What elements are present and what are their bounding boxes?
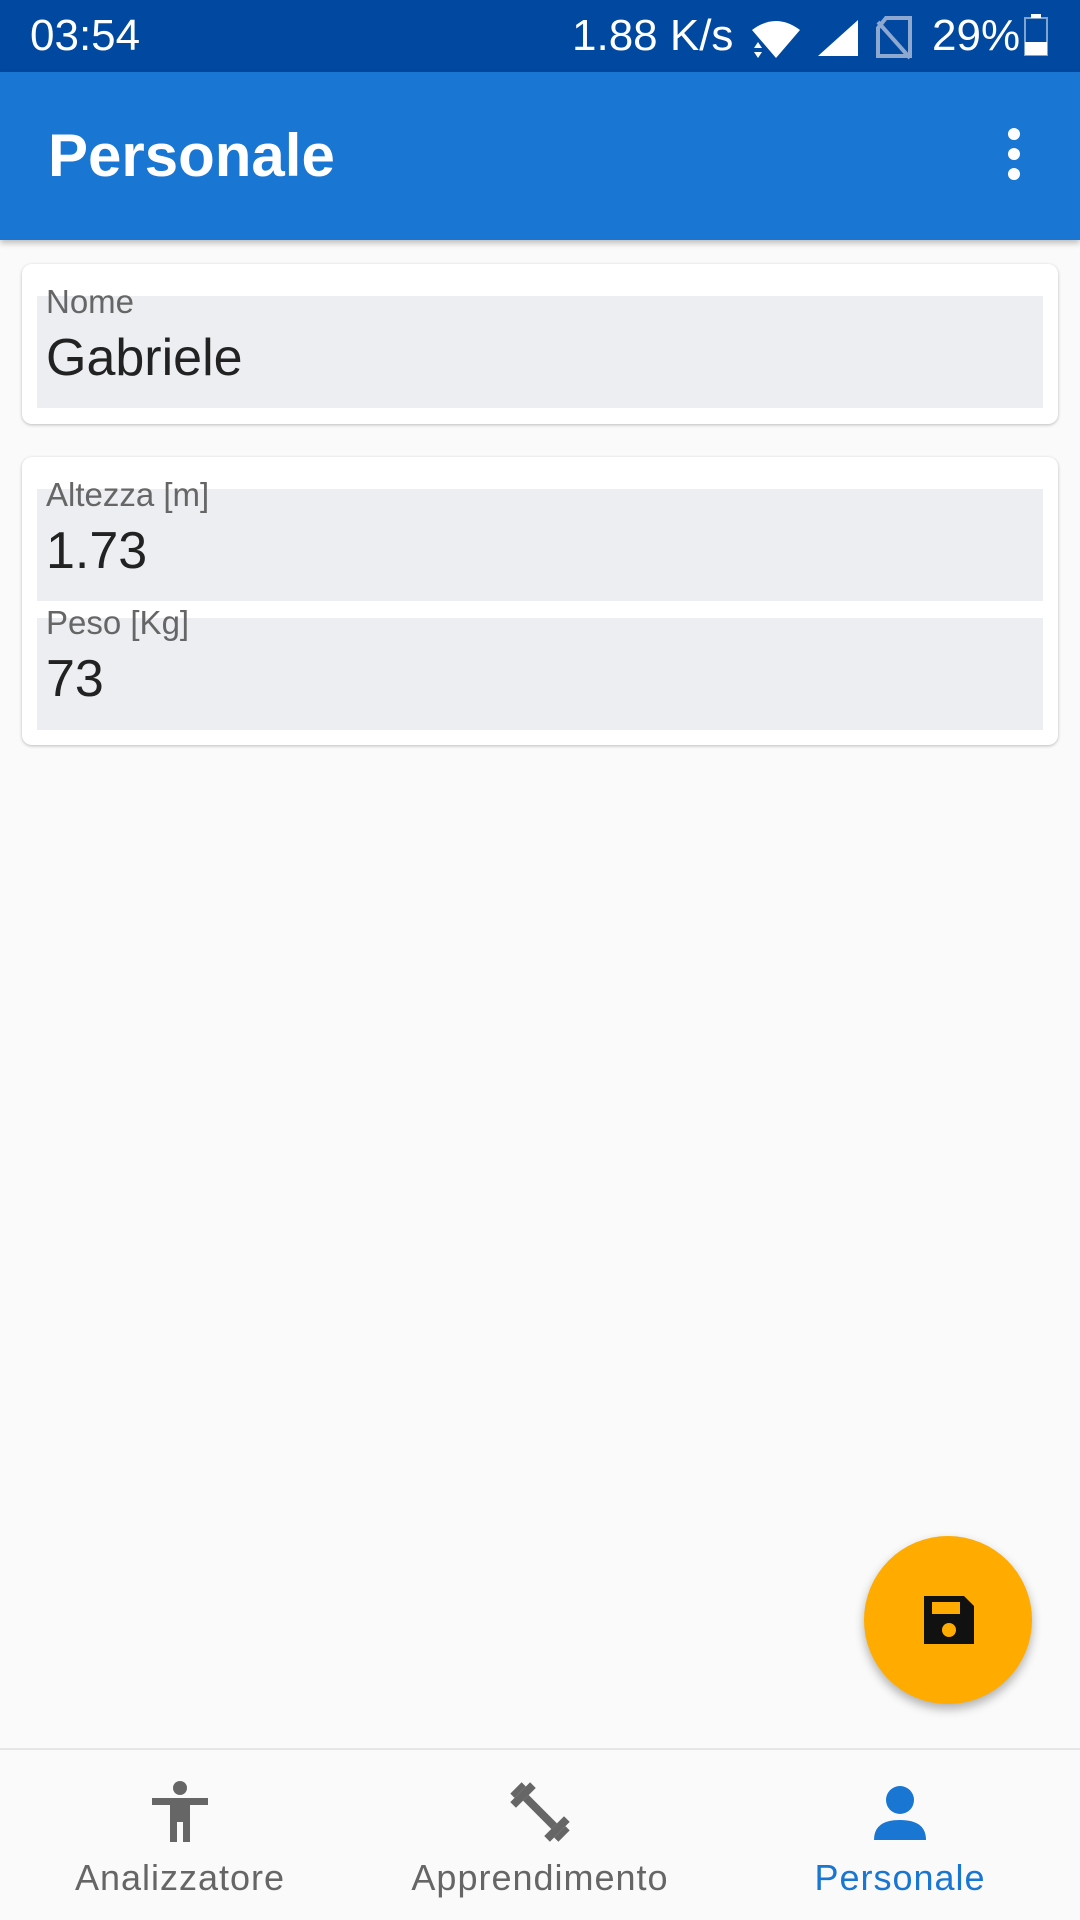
nav-item-analizzatore[interactable]: Analizzatore — [30, 1750, 330, 1920]
nav-label-personale: Personale — [814, 1857, 986, 1898]
save-icon — [924, 1596, 974, 1644]
bottom-navigation: Analizzatore Apprendimento Personale — [0, 1748, 1080, 1920]
fitness-dumbbell-icon — [510, 1782, 570, 1842]
status-time: 03:54 — [30, 11, 141, 60]
battery-icon — [1024, 14, 1048, 56]
height-field-label: Altezza [m] — [46, 476, 210, 513]
height-field-value[interactable]: 1.73 — [46, 523, 147, 579]
weight-field-label: Peso [Kg] — [46, 604, 190, 641]
status-bar: 03:54 1.88 K/s 29% — [0, 0, 1080, 72]
nav-item-apprendimento[interactable]: Apprendimento — [390, 1750, 690, 1920]
network-speed: 1.88 K/s — [572, 11, 734, 60]
person-icon — [874, 1786, 926, 1840]
name-card: Nome Gabriele — [22, 264, 1058, 424]
name-field-label: Nome — [46, 283, 135, 320]
app-bar: Personale — [0, 72, 1080, 240]
more-vert-icon[interactable] — [990, 122, 1038, 186]
battery-percent: 29% — [932, 11, 1021, 60]
screen: 03:54 1.88 K/s 29% Personale Nome Gabrie… — [0, 0, 1080, 1920]
name-field-value[interactable]: Gabriele — [46, 330, 243, 386]
save-button[interactable] — [864, 1536, 1032, 1704]
wifi-icon — [752, 21, 800, 58]
body-measurements-card: Altezza [m] 1.73 Peso [Kg] 73 — [22, 457, 1058, 745]
nav-label-analizzatore: Analizzatore — [74, 1857, 286, 1898]
accessibility-icon — [152, 1781, 208, 1842]
nav-item-personale[interactable]: Personale — [750, 1750, 1050, 1920]
cell-signal-icon — [818, 20, 858, 56]
page-title: Personale — [48, 122, 335, 189]
weight-field-value[interactable]: 73 — [46, 651, 104, 707]
no-sim-icon — [876, 16, 912, 60]
nav-label-apprendimento: Apprendimento — [411, 1857, 669, 1898]
